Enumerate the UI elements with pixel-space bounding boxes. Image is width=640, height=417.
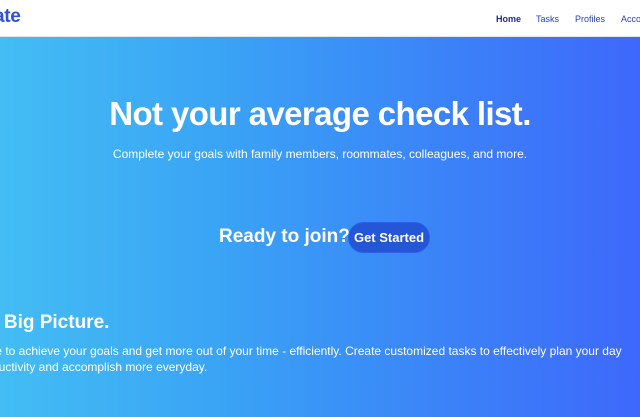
- nav-account[interactable]: Acco: [621, 13, 640, 25]
- hero-section: Not your average check list. Complete yo…: [0, 37, 640, 417]
- big-picture-description: te to achieve your goals and get more ou…: [0, 343, 640, 375]
- big-picture-title: e Big Picture.: [0, 312, 110, 333]
- brand-logo[interactable]: ate: [0, 6, 21, 28]
- navbar: ate Home Tasks Profiles Acco: [0, 0, 640, 37]
- nav-tasks[interactable]: Tasks: [536, 13, 559, 25]
- nav-home[interactable]: Home: [496, 13, 521, 25]
- description-line-2: ductivity and accomplish more everyday.: [0, 360, 208, 374]
- join-prompt: Ready to join?: [219, 226, 350, 247]
- hero-title: Not your average check list.: [109, 95, 531, 132]
- nav-profiles[interactable]: Profiles: [575, 13, 605, 25]
- get-started-button[interactable]: Get Started: [348, 222, 430, 253]
- page: ate Home Tasks Profiles Acco Not your av…: [0, 0, 640, 417]
- description-line-1: te to achieve your goals and get more ou…: [0, 344, 622, 358]
- hero-subtitle: Complete your goals with family members,…: [112, 147, 528, 161]
